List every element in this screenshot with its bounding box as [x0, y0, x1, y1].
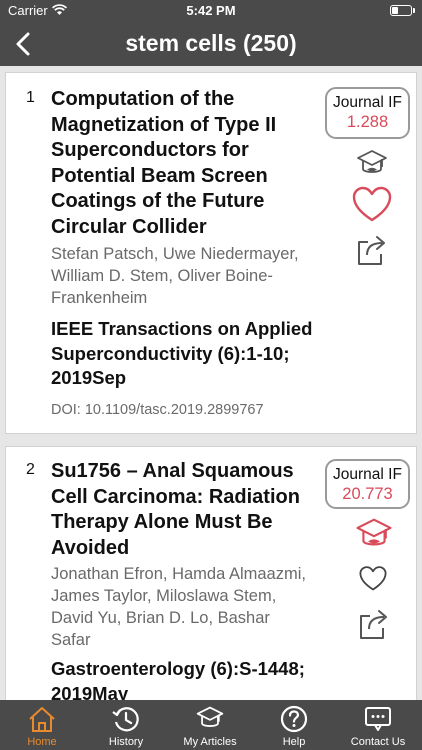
heart-icon[interactable] [351, 185, 393, 225]
tab-bar: Home History My Articles Help Contact Us [0, 700, 422, 750]
tab-home[interactable]: Home [0, 700, 84, 750]
share-icon[interactable] [358, 607, 390, 641]
clock: 5:42 PM [186, 3, 236, 18]
graduation-cap-icon[interactable] [354, 515, 394, 555]
battery-icon [390, 5, 415, 16]
article-card[interactable]: 1 Computation of the Magnetization of Ty… [5, 72, 417, 434]
page-title: stem cells (250) [125, 30, 297, 56]
tab-help[interactable]: Help [252, 700, 336, 750]
results-list[interactable]: 1 Computation of the Magnetization of Ty… [0, 66, 422, 700]
tab-label: Home [27, 736, 57, 748]
tab-my-articles[interactable]: My Articles [168, 700, 252, 750]
article-doi[interactable]: DOI: 10.1109/tasc.2019.2899767 [51, 402, 264, 418]
journal-if-label: Journal IF [333, 94, 402, 111]
journal-if-label: Journal IF [333, 466, 402, 483]
graduation-cap-icon[interactable] [355, 147, 389, 181]
tab-history[interactable]: History [84, 700, 168, 750]
article-authors: Jonathan Efron, Hamda Almaazmi, James Ta… [51, 565, 306, 649]
article-title[interactable]: Su1756 – Anal Squamous Cell Carcinoma: R… [51, 459, 321, 561]
tab-contact-us[interactable]: Contact Us [336, 700, 420, 750]
tab-label: History [108, 736, 144, 748]
history-icon [112, 707, 139, 732]
article-number: 1 [26, 89, 35, 106]
article-title[interactable]: Computation of the Magnetization of Type… [51, 87, 321, 240]
article-number: 2 [26, 461, 35, 478]
tab-label: My Articles [183, 736, 237, 748]
article-journal: IEEE Transactions on Applied Superconduc… [51, 318, 313, 388]
article-authors: Stefan Patsch, Uwe Niedermayer, William … [51, 245, 299, 307]
journal-if-value: 1.288 [346, 113, 389, 131]
journal-if-value: 20.773 [342, 485, 393, 503]
heart-icon[interactable] [358, 565, 388, 593]
journal-if-badge: Journal IF 20.773 [325, 459, 410, 509]
share-icon[interactable] [356, 233, 388, 267]
status-bar: Carrier 5:42 PM [0, 0, 422, 22]
tab-label: Contact Us [350, 736, 406, 748]
navigation-bar: stem cells (250) [0, 22, 422, 66]
help-icon [280, 705, 308, 733]
article-card[interactable]: 2 Su1756 – Anal Squamous Cell Carcinoma:… [5, 446, 417, 700]
tab-label: Help [282, 736, 306, 748]
chat-icon [365, 707, 391, 731]
article-journal: Gastroenterology (6):S-1448; 2019May [51, 658, 305, 700]
graduation-cap-icon [196, 706, 224, 727]
home-icon [29, 707, 55, 732]
journal-if-badge: Journal IF 1.288 [325, 87, 410, 139]
